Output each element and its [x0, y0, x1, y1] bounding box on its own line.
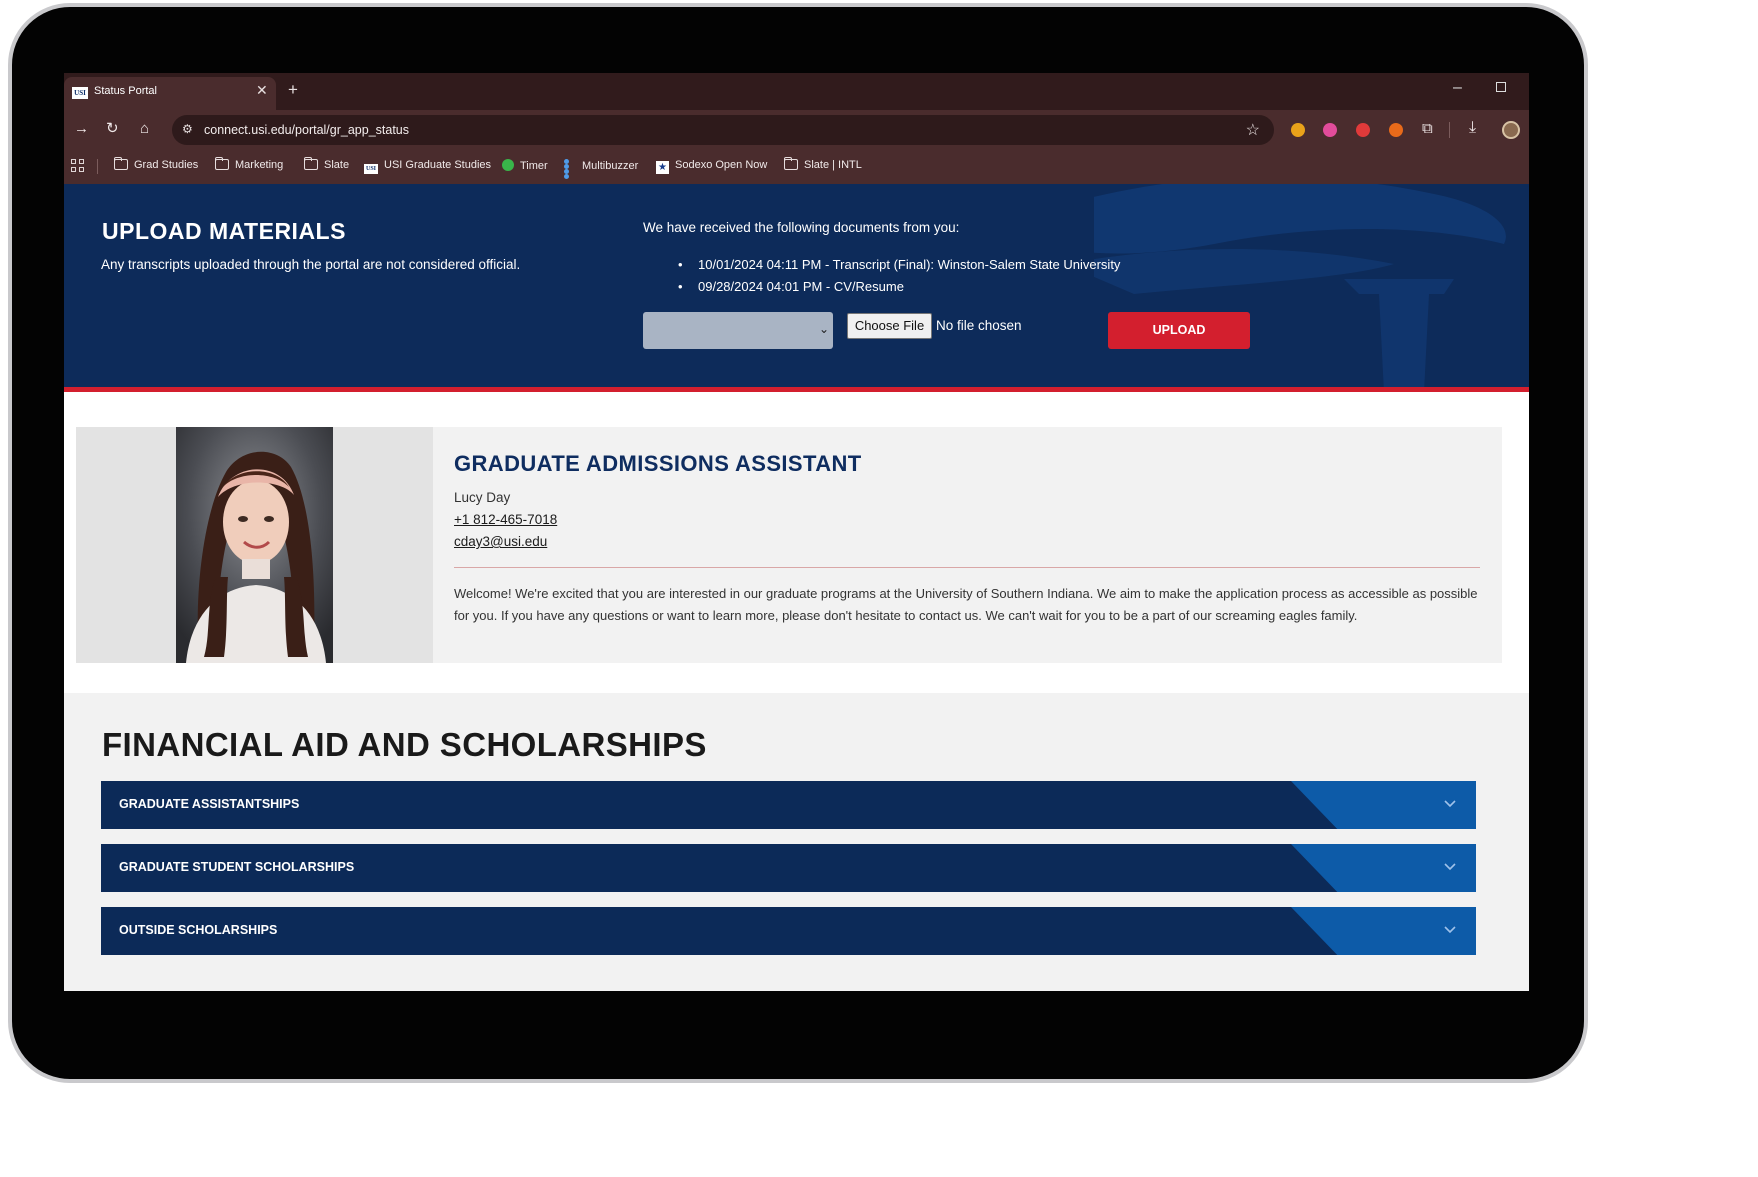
bookmarks-bar: Grad Studies Marketing Slate USI USI Grad… — [64, 150, 1529, 184]
list-item: 09/28/2024 04:01 PM - CV/Resume — [678, 278, 1120, 300]
timer-icon — [502, 159, 514, 171]
new-tab-icon[interactable]: + — [288, 80, 298, 100]
bookmark-usi-graduate-studies[interactable]: USI USI Graduate Studies — [364, 159, 491, 174]
accordion-outside-scholarships[interactable]: OUTSIDE SCHOLARSHIPS — [101, 907, 1476, 955]
bookmark-star-icon[interactable]: ☆ — [1246, 120, 1260, 140]
home-icon[interactable]: ⌂ — [140, 121, 149, 137]
bookmark-grad-studies[interactable]: Grad Studies — [114, 157, 198, 174]
financial-aid-section: FINANCIAL AID AND SCHOLARSHIPS GRADUATE … — [64, 693, 1529, 991]
apps-grid-icon[interactable] — [71, 159, 84, 172]
list-item: 10/01/2024 04:11 PM - Transcript (Final)… — [678, 256, 1120, 278]
upload-button[interactable]: UPLOAD — [1108, 312, 1250, 349]
minimize-window-icon[interactable]: – — [1453, 79, 1462, 97]
multibuzzer-icon — [564, 159, 576, 179]
restore-window-icon[interactable] — [1496, 82, 1506, 92]
browser-toolbar: → ↻ ⌂ ⚙ connect.usi.edu/portal/gr_app_st… — [64, 110, 1529, 150]
document-type-select[interactable]: ⌄ — [643, 312, 833, 349]
folder-icon — [114, 157, 128, 170]
accordion-label: GRADUATE ASSISTANTSHIPS — [119, 797, 300, 811]
accordion-label: GRADUATE STUDENT SCHOLARSHIPS — [119, 860, 355, 874]
bookmark-slate-intl[interactable]: Slate | INTL — [784, 157, 862, 174]
contact-name: Lucy Day — [454, 490, 511, 505]
extensions-puzzle-icon[interactable]: ⧉ — [1422, 120, 1433, 137]
chevron-down-icon — [1444, 863, 1456, 871]
profile-avatar-icon[interactable] — [1502, 121, 1520, 139]
contact-email-link[interactable]: cday3@usi.edu — [454, 534, 547, 549]
close-tab-icon[interactable]: ✕ — [256, 82, 268, 99]
upload-note: Any transcripts uploaded through the por… — [101, 257, 521, 272]
upload-materials-title: UPLOAD MATERIALS — [102, 218, 346, 244]
tablet-frame: USI Status Portal ✕ + – → ↻ ⌂ ⚙ connect.… — [8, 3, 1588, 1083]
contact-phone-link[interactable]: +1 812-465-7018 — [454, 512, 557, 527]
tab-title: Status Portal — [94, 85, 157, 97]
bookmark-timer[interactable]: Timer — [502, 159, 548, 174]
choose-file-button[interactable]: Choose File — [847, 313, 932, 339]
download-icon[interactable]: ⤓ — [1469, 119, 1476, 137]
bookmark-sodexo-open-now[interactable]: ★ Sodexo Open Now — [656, 159, 767, 174]
accordion-graduate-assistantships[interactable]: GRADUATE ASSISTANTSHIPS — [101, 781, 1476, 829]
accordion-label: OUTSIDE SCHOLARSHIPS — [119, 923, 278, 937]
tab-strip: USI Status Portal ✕ + – — [64, 73, 1529, 110]
chevron-down-icon — [1444, 926, 1456, 934]
usi-torch-watermark-icon — [1094, 184, 1506, 387]
portal-page: UPLOAD MATERIALS Any transcripts uploade… — [64, 184, 1529, 991]
bookmark-slate[interactable]: Slate — [304, 157, 349, 174]
received-documents-list: 10/01/2024 04:11 PM - Transcript (Final)… — [678, 256, 1120, 300]
chevron-down-icon: ⌄ — [818, 322, 829, 336]
browser-tab[interactable]: USI Status Portal ✕ — [64, 77, 276, 110]
extension-3-icon[interactable] — [1356, 123, 1370, 137]
bookmarks-divider — [97, 159, 98, 174]
folder-icon — [304, 157, 318, 170]
forward-icon[interactable]: → — [74, 121, 89, 137]
financial-aid-title: FINANCIAL AID AND SCHOLARSHIPS — [102, 726, 707, 763]
bookmark-marketing[interactable]: Marketing — [215, 157, 283, 174]
sodexo-icon: ★ — [656, 161, 669, 174]
extension-1-icon[interactable] — [1291, 123, 1305, 137]
usi-icon: USI — [364, 164, 378, 174]
upload-materials-section: UPLOAD MATERIALS Any transcripts uploade… — [64, 184, 1529, 392]
card-divider — [454, 567, 1480, 568]
toolbar-divider — [1449, 122, 1450, 138]
admissions-contact-card: GRADUATE ADMISSIONS ASSISTANT Lucy Day +… — [76, 427, 1502, 663]
folder-icon — [784, 157, 798, 170]
staff-photo — [176, 427, 333, 663]
received-documents-heading: We have received the following documents… — [643, 220, 960, 235]
reload-icon[interactable]: ↻ — [106, 121, 119, 137]
address-bar[interactable]: ⚙ connect.usi.edu/portal/gr_app_status ☆ — [172, 115, 1274, 145]
bookmark-multibuzzer[interactable]: Multibuzzer — [564, 159, 638, 179]
extension-4-icon[interactable] — [1389, 123, 1403, 137]
contact-title: GRADUATE ADMISSIONS ASSISTANT — [454, 451, 862, 476]
browser-window: USI Status Portal ✕ + – → ↻ ⌂ ⚙ connect.… — [64, 73, 1529, 991]
url-text[interactable]: connect.usi.edu/portal/gr_app_status — [204, 123, 409, 137]
photo-panel — [76, 427, 433, 663]
accordion-graduate-student-scholarships[interactable]: GRADUATE STUDENT SCHOLARSHIPS — [101, 844, 1476, 892]
extension-2-icon[interactable] — [1323, 123, 1337, 137]
usi-favicon-icon: USI — [72, 87, 88, 99]
site-info-icon[interactable]: ⚙ — [182, 122, 193, 136]
folder-icon — [215, 157, 229, 170]
file-status-text: No file chosen — [936, 318, 1022, 333]
welcome-message: Welcome! We're excited that you are inte… — [454, 586, 1478, 623]
chevron-down-icon — [1444, 800, 1456, 808]
